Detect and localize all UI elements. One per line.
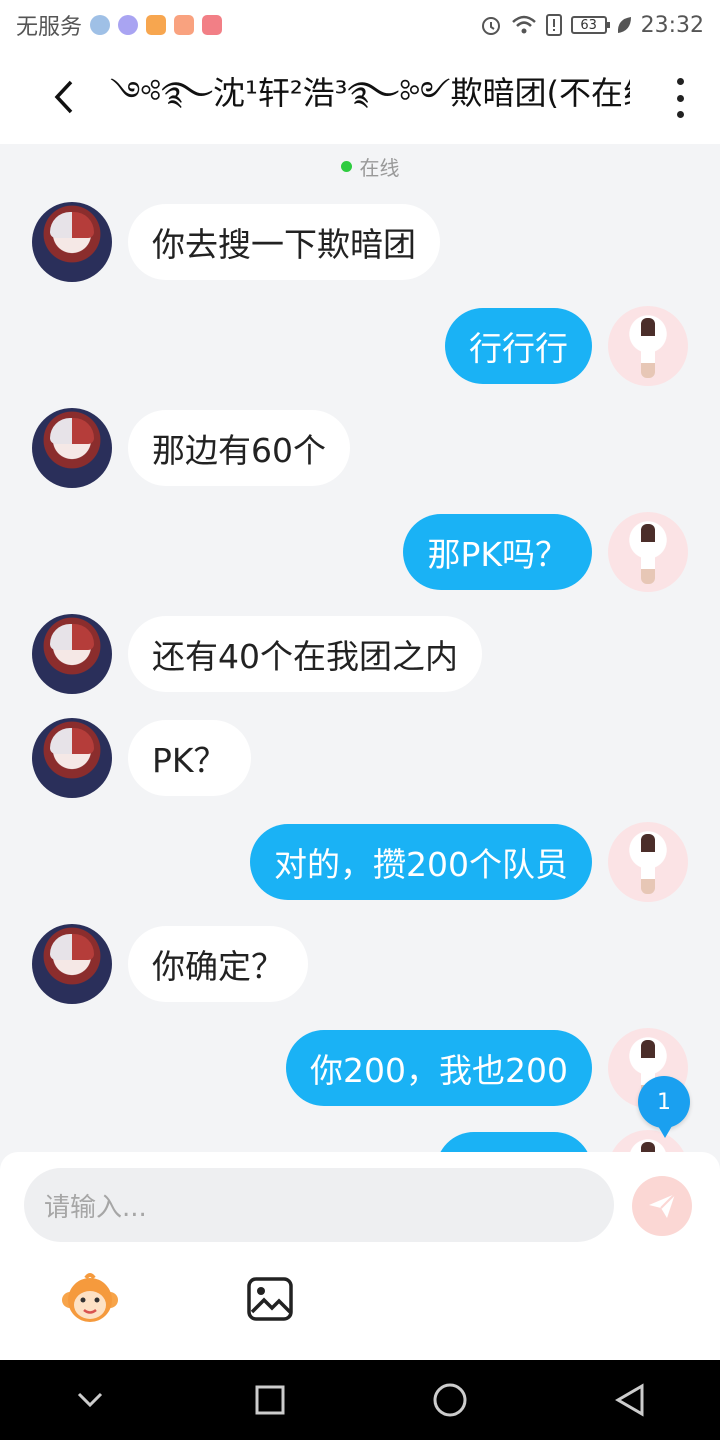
more-options-button[interactable] bbox=[670, 78, 690, 118]
back-button[interactable] bbox=[44, 74, 84, 120]
incoming-message-bubble[interactable]: 那边有60个 bbox=[128, 410, 350, 486]
chat-header: ༺࿐沈¹轩²浩³࿐༻欺暗团(不在线) 在线 bbox=[0, 50, 720, 180]
contact-avatar[interactable] bbox=[32, 614, 112, 694]
message-row: 你确定？ bbox=[0, 924, 720, 1004]
contact-avatar[interactable] bbox=[32, 718, 112, 798]
circle-icon bbox=[433, 1383, 467, 1417]
clock: 23:32 bbox=[640, 12, 704, 38]
unread-count-badge[interactable]: 1 bbox=[638, 1076, 690, 1138]
contact-avatar[interactable] bbox=[32, 408, 112, 488]
app-notification-icon bbox=[202, 15, 223, 35]
outgoing-message-bubble[interactable]: 那PK吗？ bbox=[403, 514, 592, 590]
my-avatar[interactable] bbox=[608, 306, 688, 386]
app-notification-icon bbox=[90, 15, 111, 35]
message-list[interactable]: 你去搜一下欺暗团 行行行 那边有60个 那PK吗？ 还有40个在我团之内 PK？… bbox=[0, 144, 720, 1154]
message-row bbox=[0, 1130, 720, 1154]
incoming-message-bubble[interactable]: 你去搜一下欺暗团 bbox=[128, 204, 440, 280]
more-dot bbox=[676, 78, 684, 85]
send-button[interactable] bbox=[632, 1176, 692, 1236]
outgoing-message-bubble[interactable]: 你200，我也200 bbox=[286, 1030, 592, 1106]
battery-indicator: 63 bbox=[570, 16, 610, 34]
system-nav-bar bbox=[0, 1360, 720, 1440]
contact-avatar[interactable] bbox=[32, 924, 112, 1004]
my-avatar[interactable] bbox=[608, 512, 688, 592]
nav-collapse-button[interactable] bbox=[60, 1370, 120, 1430]
composer-bar: 请输入... bbox=[0, 1152, 720, 1360]
status-bar: 无服务 63 23:32 bbox=[0, 0, 720, 50]
sim-alert-icon bbox=[545, 14, 562, 36]
message-row: 行行行 bbox=[0, 306, 720, 386]
message-row: 对的，攒200个队员 bbox=[0, 822, 720, 902]
paper-plane-icon bbox=[649, 1193, 676, 1218]
alarm-icon bbox=[481, 17, 500, 35]
leaf-icon bbox=[617, 17, 631, 33]
image-icon bbox=[247, 1277, 293, 1321]
square-icon bbox=[255, 1385, 285, 1415]
outgoing-message-bubble[interactable]: 行行行 bbox=[445, 308, 592, 384]
chevron-left-icon bbox=[54, 80, 73, 114]
video-icon bbox=[174, 15, 195, 35]
my-avatar[interactable] bbox=[608, 822, 688, 902]
emoji-button[interactable] bbox=[60, 1270, 120, 1326]
incoming-message-bubble[interactable]: 你确定？ bbox=[128, 926, 308, 1002]
carrier-label: 无服务 bbox=[16, 15, 83, 40]
message-input[interactable]: 请输入... bbox=[24, 1168, 614, 1242]
monkey-emoji-icon bbox=[62, 1273, 118, 1322]
image-picker-button[interactable] bbox=[246, 1276, 294, 1322]
incoming-message-bubble[interactable]: 还有40个在我团之内 bbox=[128, 616, 482, 692]
music-icon bbox=[118, 15, 139, 35]
my-avatar[interactable] bbox=[608, 1130, 688, 1154]
message-row: 你200，我也200 bbox=[0, 1028, 720, 1108]
message-row: PK？ bbox=[0, 718, 720, 798]
more-dot bbox=[676, 111, 684, 118]
outgoing-message-bubble[interactable]: 对的，攒200个队员 bbox=[250, 824, 592, 900]
message-row: 你去搜一下欺暗团 bbox=[0, 202, 720, 282]
chat-title: ༺࿐沈¹轩²浩³࿐༻欺暗团(不在线) bbox=[110, 74, 630, 112]
incoming-message-bubble[interactable]: PK？ bbox=[128, 720, 251, 796]
message-row: 那PK吗？ bbox=[0, 512, 720, 592]
chevron-down-icon bbox=[77, 1392, 103, 1408]
nav-home-button[interactable] bbox=[420, 1370, 480, 1430]
message-row: 还有40个在我团之内 bbox=[0, 614, 720, 694]
outgoing-message-bubble-partial[interactable] bbox=[436, 1132, 592, 1154]
app-notification-icon bbox=[146, 15, 167, 35]
nav-recents-button[interactable] bbox=[240, 1370, 300, 1430]
triangle-back-icon bbox=[615, 1383, 644, 1417]
more-dot bbox=[676, 94, 684, 102]
contact-avatar[interactable] bbox=[32, 202, 112, 282]
message-row: 那边有60个 bbox=[0, 408, 720, 488]
nav-back-button[interactable] bbox=[600, 1370, 660, 1430]
wifi-icon bbox=[511, 15, 536, 34]
